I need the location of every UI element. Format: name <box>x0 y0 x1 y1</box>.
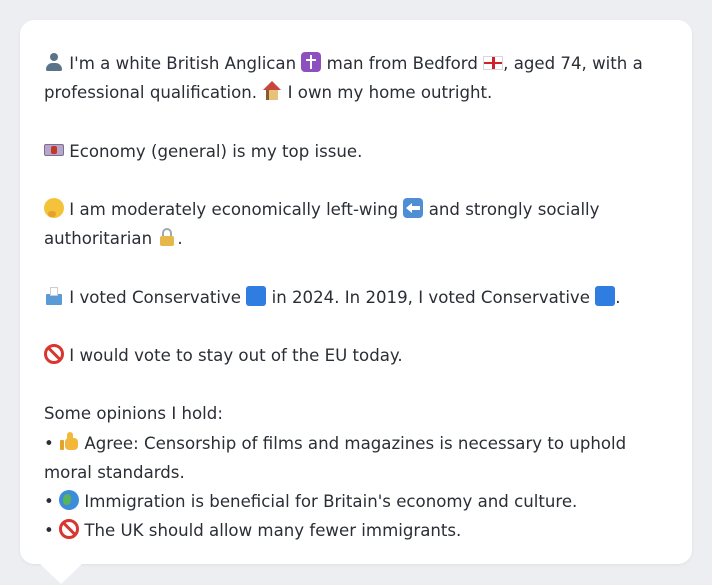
blue-square-icon <box>246 285 267 306</box>
banknote-icon <box>44 140 64 160</box>
house-icon <box>262 81 282 101</box>
message-bubble: I'm a white British Anglican man from Be… <box>20 20 692 564</box>
thinking-face-icon <box>44 197 64 218</box>
prohibited-icon <box>59 519 80 540</box>
england-flag-icon <box>483 56 504 70</box>
top-issue-paragraph: Economy (general) is my top issue. <box>44 137 668 166</box>
intro-paragraph: I'm a white British Anglican man from Be… <box>44 49 668 107</box>
opinion-item: • Agree: Censorship of films and magazin… <box>44 429 668 487</box>
persona-text: I'm a white British Anglican man from Be… <box>44 49 668 545</box>
intro-text-4: I own my home outright. <box>287 83 493 103</box>
thumbs-up-icon <box>59 431 79 452</box>
bubble-tail <box>40 564 82 584</box>
economics-text-1: I am moderately economically left-wing <box>69 199 399 219</box>
bullet: • <box>44 433 54 453</box>
opinion-item: • The UK should allow many fewer immigra… <box>44 516 668 545</box>
votes-paragraph: I voted Conservative in 2024. In 2019, I… <box>44 283 668 312</box>
intro-text-1: I'm a white British Anglican <box>69 54 297 73</box>
votes-text-1: I voted Conservative <box>69 287 242 307</box>
latin-cross-icon <box>301 52 322 72</box>
bullet: • <box>44 491 54 511</box>
blue-square-icon <box>595 285 616 306</box>
economics-text-3: . <box>177 229 183 249</box>
opinion-text: Immigration is beneficial for Britain's … <box>84 491 578 511</box>
economics-paragraph: I am moderately economically left-wing a… <box>44 195 668 253</box>
eu-text: I would vote to stay out of the EU today… <box>69 345 403 365</box>
votes-text-3: . <box>615 287 621 307</box>
opinion-text: The UK should allow many fewer immigrant… <box>84 521 462 541</box>
prohibited-icon <box>44 343 64 364</box>
opinions-heading: Some opinions I hold: <box>44 404 223 424</box>
person-icon <box>44 52 64 72</box>
ballot-box-icon <box>44 286 64 306</box>
intro-text-2: man from Bedford <box>326 54 478 73</box>
globe-icon <box>59 489 80 510</box>
votes-text-2: in 2024. In 2019, I voted Conservative <box>271 287 590 307</box>
left-arrow-icon <box>403 197 424 218</box>
lock-icon <box>157 227 177 247</box>
bullet: • <box>44 521 54 541</box>
opinion-item: • Immigration is beneficial for Britain'… <box>44 487 668 516</box>
opinion-text: Agree: Censorship of films and magazines… <box>44 433 627 482</box>
top-issue-text: Economy (general) is my top issue. <box>69 141 363 161</box>
eu-paragraph: I would vote to stay out of the EU today… <box>44 341 668 370</box>
